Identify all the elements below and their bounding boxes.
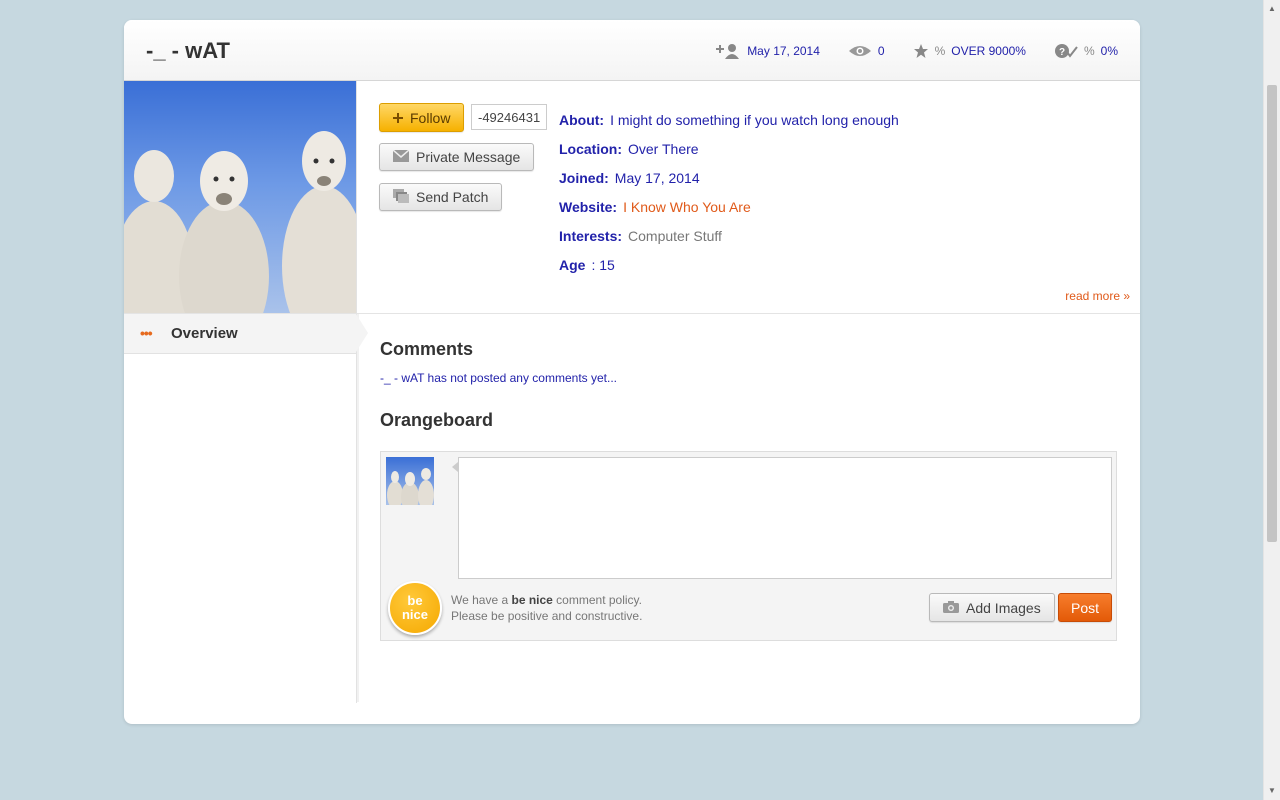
joined-row: Joined: May 17, 2014: [559, 170, 700, 186]
follow-label: Follow: [410, 109, 451, 126]
interests-key: Interests:: [559, 228, 623, 244]
stat-rating-value: OVER 9000%: [951, 44, 1026, 58]
star-icon: [913, 43, 929, 59]
stat-joined: May 17, 2014: [715, 42, 820, 60]
stat-joined-date: May 17, 2014: [747, 44, 820, 58]
stat-views-count: 0: [877, 44, 885, 58]
badge-line2: nice: [401, 607, 428, 622]
follow-button[interactable]: Follow: [379, 103, 465, 132]
profile-avatar: [124, 81, 356, 313]
be-nice-badge: be nice: [388, 581, 442, 635]
age-key: Age: [559, 257, 586, 273]
private-message-label: Private Message: [416, 149, 521, 165]
read-more-link[interactable]: read more »: [1065, 289, 1130, 303]
website-key: Website:: [559, 199, 618, 215]
scrollbar-thumb[interactable]: [1267, 85, 1277, 542]
comments-title: Comments: [380, 339, 474, 359]
add-user-icon: [715, 42, 741, 60]
camera-icon: [943, 600, 959, 616]
stat-answers-pct: %: [1083, 44, 1095, 58]
joined-value: May 17, 2014: [614, 170, 700, 186]
dots-icon: •••: [140, 325, 153, 341]
envelope-icon: [392, 149, 410, 165]
profile-card: -_ - wAT May 17, 2014 0 % OVER 9000% ? %…: [124, 20, 1140, 724]
post-button[interactable]: Post: [1058, 593, 1113, 622]
add-images-label: Add Images: [966, 599, 1041, 616]
follower-count: -49246431: [471, 104, 548, 130]
sidebar-item-label: Overview: [171, 325, 238, 342]
sidebar-item-overview[interactable]: ••• Overview: [124, 314, 368, 354]
age-row: Age : 15: [559, 257, 615, 273]
add-images-button[interactable]: Add Images: [929, 593, 1055, 622]
svg-text:?: ?: [1059, 47, 1065, 58]
joined-key: Joined:: [559, 170, 609, 186]
eye-icon: [848, 43, 872, 59]
website-row: Website: I Know Who You Are: [559, 199, 751, 215]
policy-line2: Please be positive and constructive.: [451, 609, 643, 623]
vertical-divider-shade: [357, 314, 359, 702]
stat-views: 0: [848, 42, 885, 60]
about-row: About: I might do something if you watch …: [559, 112, 899, 128]
send-patch-button[interactable]: Send Patch: [379, 183, 503, 211]
send-patch-label: Send Patch: [416, 189, 489, 205]
interests-row: Interests: Computer Stuff: [559, 228, 722, 244]
stat-answers: ? % 0%: [1054, 42, 1118, 60]
location-row: Location: Over There: [559, 141, 699, 157]
orangeboard-form: be nice We have a be nice comment policy…: [380, 451, 1117, 641]
stat-answers-value: 0%: [1100, 44, 1118, 58]
stat-rating-pct: %: [934, 44, 946, 58]
question-check-icon: ?: [1054, 42, 1078, 60]
profile-header: -_ - wAT May 17, 2014 0 % OVER 9000% ? %…: [124, 20, 1140, 81]
orangeboard-title: Orangeboard: [380, 410, 494, 430]
about-value: I might do something if you watch long e…: [610, 112, 899, 128]
policy-suffix: comment policy.: [552, 593, 642, 607]
private-message-button[interactable]: Private Message: [379, 143, 535, 171]
about-key: About:: [559, 112, 605, 128]
user-avatar-thumb: [386, 457, 434, 505]
comment-textarea[interactable]: [458, 457, 1112, 579]
patch-icon: [393, 188, 409, 206]
plus-icon: [393, 110, 403, 126]
scroll-down-arrow-icon[interactable]: ▼: [1268, 786, 1276, 795]
no-comments-text: -_ - wAT has not posted any comments yet…: [380, 371, 617, 385]
comment-policy-text: We have a be nice comment policy. Please…: [451, 592, 642, 624]
location-value: Over There: [628, 141, 699, 157]
policy-bold: be nice: [511, 593, 553, 607]
scroll-up-arrow-icon[interactable]: ▲: [1268, 4, 1276, 13]
page-scrollbar[interactable]: ▲ ▼: [1263, 0, 1280, 800]
badge-line1: be: [407, 593, 423, 608]
location-key: Location:: [559, 141, 622, 157]
profile-stats: May 17, 2014 0 % OVER 9000% ? % 0%: [715, 42, 1118, 60]
age-value: : 15: [591, 257, 615, 273]
interests-value: Computer Stuff: [628, 228, 722, 244]
website-link[interactable]: I Know Who You Are: [623, 199, 751, 215]
profile-username: -_ - wAT: [146, 38, 230, 63]
active-arrow: [356, 314, 368, 352]
stat-rating: % OVER 9000%: [913, 42, 1026, 60]
policy-prefix: We have a: [451, 593, 512, 607]
